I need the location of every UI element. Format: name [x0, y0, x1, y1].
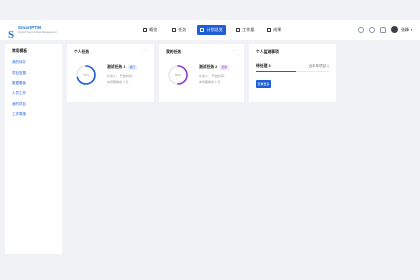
nav-item-label: 任务 [178, 27, 187, 32]
sidebar-item[interactable]: 项目进展 [12, 71, 26, 76]
sidebar-item[interactable]: 我的项目 [12, 102, 26, 107]
sidebar-item[interactable]: 人员工作 [12, 91, 26, 96]
task-meta: 负责人： 开始时间： [107, 74, 135, 78]
nav-item-workload[interactable]: 工作量 [233, 25, 257, 35]
nav-item-label: 工作量 [242, 27, 255, 32]
more-icon[interactable]: ··· [232, 48, 237, 53]
overview-icon [142, 28, 147, 32]
sidebar-item[interactable]: 数据看板 [12, 81, 26, 86]
more-icon[interactable]: ··· [142, 48, 147, 53]
status-badge: 进行 [128, 65, 137, 70]
progress-label: 70% [82, 73, 89, 77]
top-bar: S SmartPTM Smart Project & Task Manageme… [0, 20, 420, 40]
task-name[interactable]: 测试任务 1 [107, 65, 125, 70]
logo-text: SmartPTM Smart Project & Task Management [18, 25, 57, 34]
app-tagline: Smart Project & Task Management [18, 30, 57, 34]
username[interactable]: 张峰 [401, 27, 409, 33]
sidebar-title: 常用模板 [12, 49, 28, 53]
pending-label: 待处理 3 [256, 64, 271, 68]
plan-icon [200, 28, 205, 32]
nav-item-label: 概览 [149, 27, 158, 32]
app-name: SmartPTM [18, 25, 42, 30]
progress-label: 50% [174, 73, 181, 77]
task-meta: 本周期剩余 2 天 [107, 80, 129, 84]
avatar[interactable] [391, 26, 398, 33]
sidebar-item[interactable]: 工作周报 [12, 112, 26, 117]
card-title: 个人任务 [74, 50, 90, 54]
clock-icon[interactable] [358, 27, 364, 33]
nav-item-results[interactable]: 成果 [265, 25, 283, 35]
sidebar-item[interactable]: 我的待办 [12, 60, 26, 65]
progress-track [256, 71, 329, 72]
gear-icon[interactable] [369, 27, 375, 33]
app-logo[interactable]: S SmartPTM Smart Project & Task Manageme… [8, 24, 57, 41]
progress-fill [256, 71, 297, 72]
results-icon [266, 28, 271, 32]
view-more-button[interactable]: 查看更多 [256, 80, 271, 88]
nav-item-label: 计划总览 [206, 27, 223, 32]
card-title: 我的任务 [166, 50, 182, 54]
recent-projects-label[interactable]: 近半年项目 1 [309, 64, 329, 69]
my-task-card: 我的任务 ··· 50% 测试任务 2 延期 负责人： 开始时间： 本周期剩余 … [159, 44, 244, 102]
nav-item-overview[interactable]: 概览 [141, 25, 159, 35]
monitoring-card: 个人监测事项 待处理 3 近半年项目 1 查看更多 [249, 44, 336, 102]
logo-mark-icon: S [8, 28, 15, 41]
personal-task-card: 个人任务 ··· 70% 测试任务 1 进行 负责人： 开始时间： 本周期剩余 … [67, 44, 154, 102]
task-meta: 本周期剩余 1 天 [199, 80, 221, 84]
tasks-icon [171, 28, 176, 32]
bell-icon[interactable] [380, 27, 386, 33]
chevron-down-icon[interactable]: ▼ [410, 28, 413, 32]
nav-item-tasks[interactable]: 任务 [170, 25, 188, 35]
nav-item-plan-overview[interactable]: 计划总览 [197, 25, 226, 35]
nav-item-label: 成果 [273, 27, 282, 32]
task-name[interactable]: 测试任务 2 [199, 65, 217, 70]
task-meta: 负责人： 开始时间： [199, 74, 227, 78]
status-badge: 延期 [220, 65, 229, 70]
sidebar: 常用模板 我的待办 项目进展 数据看板 人员工作 我的项目 工作周报 [5, 44, 62, 254]
card-title: 个人监测事项 [256, 50, 279, 54]
workload-icon [235, 28, 240, 32]
